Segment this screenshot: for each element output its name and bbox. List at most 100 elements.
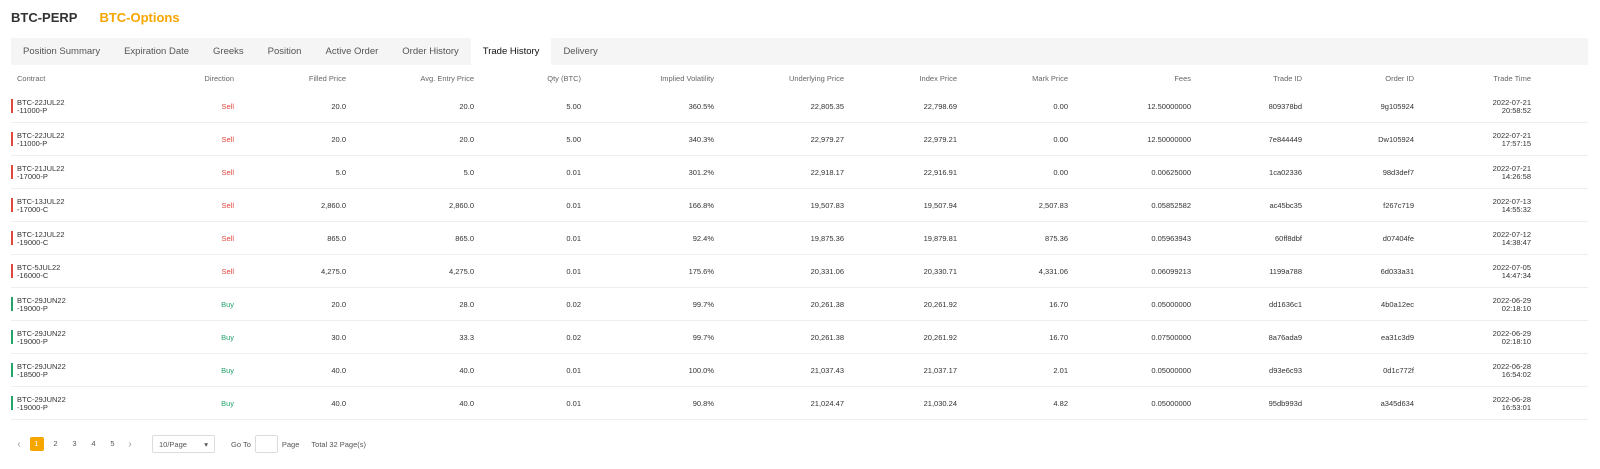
qty-cell: 0.02 — [566, 300, 581, 309]
fees-cell: 0.05852582 — [1151, 201, 1191, 210]
tab-btc-options[interactable]: BTC-Options — [99, 10, 179, 25]
mark-price-cell: 0.00 — [1053, 102, 1068, 111]
fees-cell: 0.05000000 — [1151, 366, 1191, 375]
trade-time-cell: 2022-06-29 02:18:10 — [1493, 297, 1531, 313]
implied-volatility-cell: 99.7% — [692, 333, 714, 342]
mark-price-cell: 4.82 — [1053, 399, 1068, 408]
tab-trade-history[interactable]: Trade History — [470, 38, 552, 65]
table-row[interactable]: BTC-29JUN22 -19000-P Buy 40.0 40.0 0.01 90.8% 2… — [11, 387, 1588, 420]
pagination: ‹ 1 2 3 4 5 › 10/Page ▾ Go To Page Total… — [11, 435, 366, 453]
underlying-price-cell: 20,261.38 — [810, 333, 844, 342]
trade-clock-time: 16:54:02 — [1501, 370, 1531, 379]
prev-page-button[interactable]: ‹ — [11, 439, 27, 450]
tab-position-summary[interactable]: Position Summary — [11, 38, 112, 65]
tab-position[interactable]: Position — [256, 38, 314, 65]
contract-cell: BTC-12JUL22 -19000-C — [17, 231, 65, 247]
page-button-3[interactable]: 3 — [68, 437, 82, 451]
table-row[interactable]: BTC-12JUL22 -19000-C Sell 865.0 865.0 0.01 92.… — [11, 222, 1588, 255]
order-id-cell: 9g105924 — [1380, 102, 1414, 111]
tab-active-order[interactable]: Active Order — [313, 38, 390, 65]
avg-entry-price-cell: 865.0 — [455, 234, 474, 243]
contract-strike: -19000-C — [17, 238, 49, 247]
index-price-cell: 20,261.92 — [923, 300, 957, 309]
contract-cell: BTC-21JUL22 -17000-P — [17, 165, 65, 181]
order-id-cell: 98d3def7 — [1382, 168, 1414, 177]
underlying-price-cell: 22,979.27 — [810, 135, 844, 144]
page-button-1[interactable]: 1 — [29, 437, 44, 451]
total-pages: Total 32 Page(s) — [311, 439, 367, 449]
trade-time-cell: 2022-07-05 14:47:34 — [1493, 264, 1531, 280]
contract-strike: -11000-P — [17, 106, 48, 115]
tab-expiration-date[interactable]: Expiration Date — [112, 38, 201, 65]
avg-entry-price-cell: 28.0 — [459, 300, 474, 309]
order-id-cell: 0d1c772f — [1383, 366, 1414, 375]
tab-order-history[interactable]: Order History — [390, 38, 470, 65]
column-header-trade-id: Trade ID — [1273, 74, 1302, 83]
underlying-price-cell: 19,507.83 — [810, 201, 844, 210]
contract-cell: BTC-29JUN22 -19000-P — [17, 396, 66, 412]
avg-entry-price-cell: 20.0 — [459, 135, 474, 144]
tab-delivery[interactable]: Delivery — [551, 38, 609, 65]
order-id-cell: d07404fe — [1382, 234, 1414, 243]
underlying-price-cell: 21,037.43 — [810, 366, 844, 375]
table-row[interactable]: BTC-29JUN22 -19000-P Buy 30.0 33.3 0.02 99.7% 2… — [11, 321, 1588, 354]
filled-price-cell: 5.0 — [335, 168, 346, 177]
filled-price-cell: 865.0 — [327, 234, 346, 243]
implied-volatility-cell: 301.2% — [688, 168, 714, 177]
table-row[interactable]: BTC-22JUL22 -11000-P Sell 20.0 20.0 5.00 360.5… — [11, 90, 1588, 123]
trade-clock-time: 14:38:47 — [1501, 238, 1531, 247]
contract-cell: BTC-29JUN22 -18500-P — [17, 363, 66, 379]
tab-btc-perp[interactable]: BTC-PERP — [11, 10, 77, 25]
table-row[interactable]: BTC-13JUL22 -17000-C Sell 2,860.0 2,860.0 0.0… — [11, 189, 1588, 222]
implied-volatility-cell: 92.4% — [692, 234, 714, 243]
index-price-cell: 22,916.91 — [923, 168, 957, 177]
page-size-value: 10/Page — [159, 439, 187, 449]
tab-greeks[interactable]: Greeks — [201, 38, 256, 65]
order-id-cell: ea31c3d9 — [1381, 333, 1414, 342]
table-row[interactable]: BTC-21JUL22 -17000-P Sell 5.0 5.0 0.01 301.2% 2… — [11, 156, 1588, 189]
direction-cell: Sell — [221, 201, 234, 210]
trade-id-cell: 1ca02336 — [1269, 168, 1302, 177]
mark-price-cell: 2,507.83 — [1038, 201, 1068, 210]
trade-id-cell: ac45bc35 — [1269, 201, 1302, 210]
column-header-underlying-price: Underlying Price — [788, 74, 844, 83]
table-row[interactable]: BTC-29JUN22 -18500-P Buy 40.0 40.0 0.01 100.0%… — [11, 354, 1588, 387]
page-button-5[interactable]: 5 — [106, 437, 120, 451]
trade-id-cell: 7e844449 — [1268, 135, 1302, 144]
trade-time-cell: 2022-07-13 14:55:32 — [1493, 198, 1531, 214]
contract-strike: -19000-P — [17, 403, 48, 412]
fees-cell: 0.05000000 — [1151, 399, 1191, 408]
table-row[interactable]: BTC-29JUN22 -19000-P Buy 20.0 28.0 0.02 99.7% 2… — [11, 288, 1588, 321]
filled-price-cell: 2,860.0 — [320, 201, 346, 210]
contract-strike: -19000-P — [17, 337, 48, 346]
trade-id-cell: d93e6c93 — [1269, 366, 1302, 375]
qty-cell: 5.00 — [566, 135, 581, 144]
contract-cell: BTC-29JUN22 -19000-P — [17, 330, 66, 346]
mark-price-cell: 2.01 — [1053, 366, 1068, 375]
filled-price-cell: 40.0 — [331, 399, 346, 408]
direction-cell: Buy — [221, 399, 234, 408]
direction-cell: Buy — [221, 366, 234, 375]
column-header-fees: Fees — [1174, 74, 1191, 83]
contract-strike: -11000-P — [17, 139, 48, 148]
table-row[interactable]: BTC-5JUL22 -16000-C Sell 4,275.0 4,275.0 0.01… — [11, 255, 1588, 288]
contract-strike: -19000-P — [17, 304, 48, 313]
avg-entry-price-cell: 4,275.0 — [448, 267, 474, 276]
index-price-cell: 20,261.92 — [923, 333, 957, 342]
side-indicator-bar — [11, 231, 13, 245]
direction-cell: Buy — [221, 300, 234, 309]
next-page-button[interactable]: › — [122, 439, 138, 450]
qty-cell: 0.02 — [566, 333, 581, 342]
direction-cell: Sell — [221, 168, 234, 177]
order-id-cell: a345d634 — [1380, 399, 1414, 408]
index-price-cell: 21,037.17 — [923, 366, 957, 375]
page-button-4[interactable]: 4 — [87, 437, 101, 451]
underlying-price-cell: 20,331.06 — [810, 267, 844, 276]
table-row[interactable]: BTC-22JUL22 -11000-P Sell 20.0 20.0 5.00 340.3… — [11, 123, 1588, 156]
page-size-select[interactable]: 10/Page ▾ — [152, 435, 215, 453]
goto-page-input[interactable] — [254, 435, 278, 453]
mark-price-cell: 16.70 — [1049, 300, 1068, 309]
page-button-2[interactable]: 2 — [49, 437, 63, 451]
direction-cell: Sell — [221, 135, 234, 144]
page-label: Page — [281, 439, 300, 449]
